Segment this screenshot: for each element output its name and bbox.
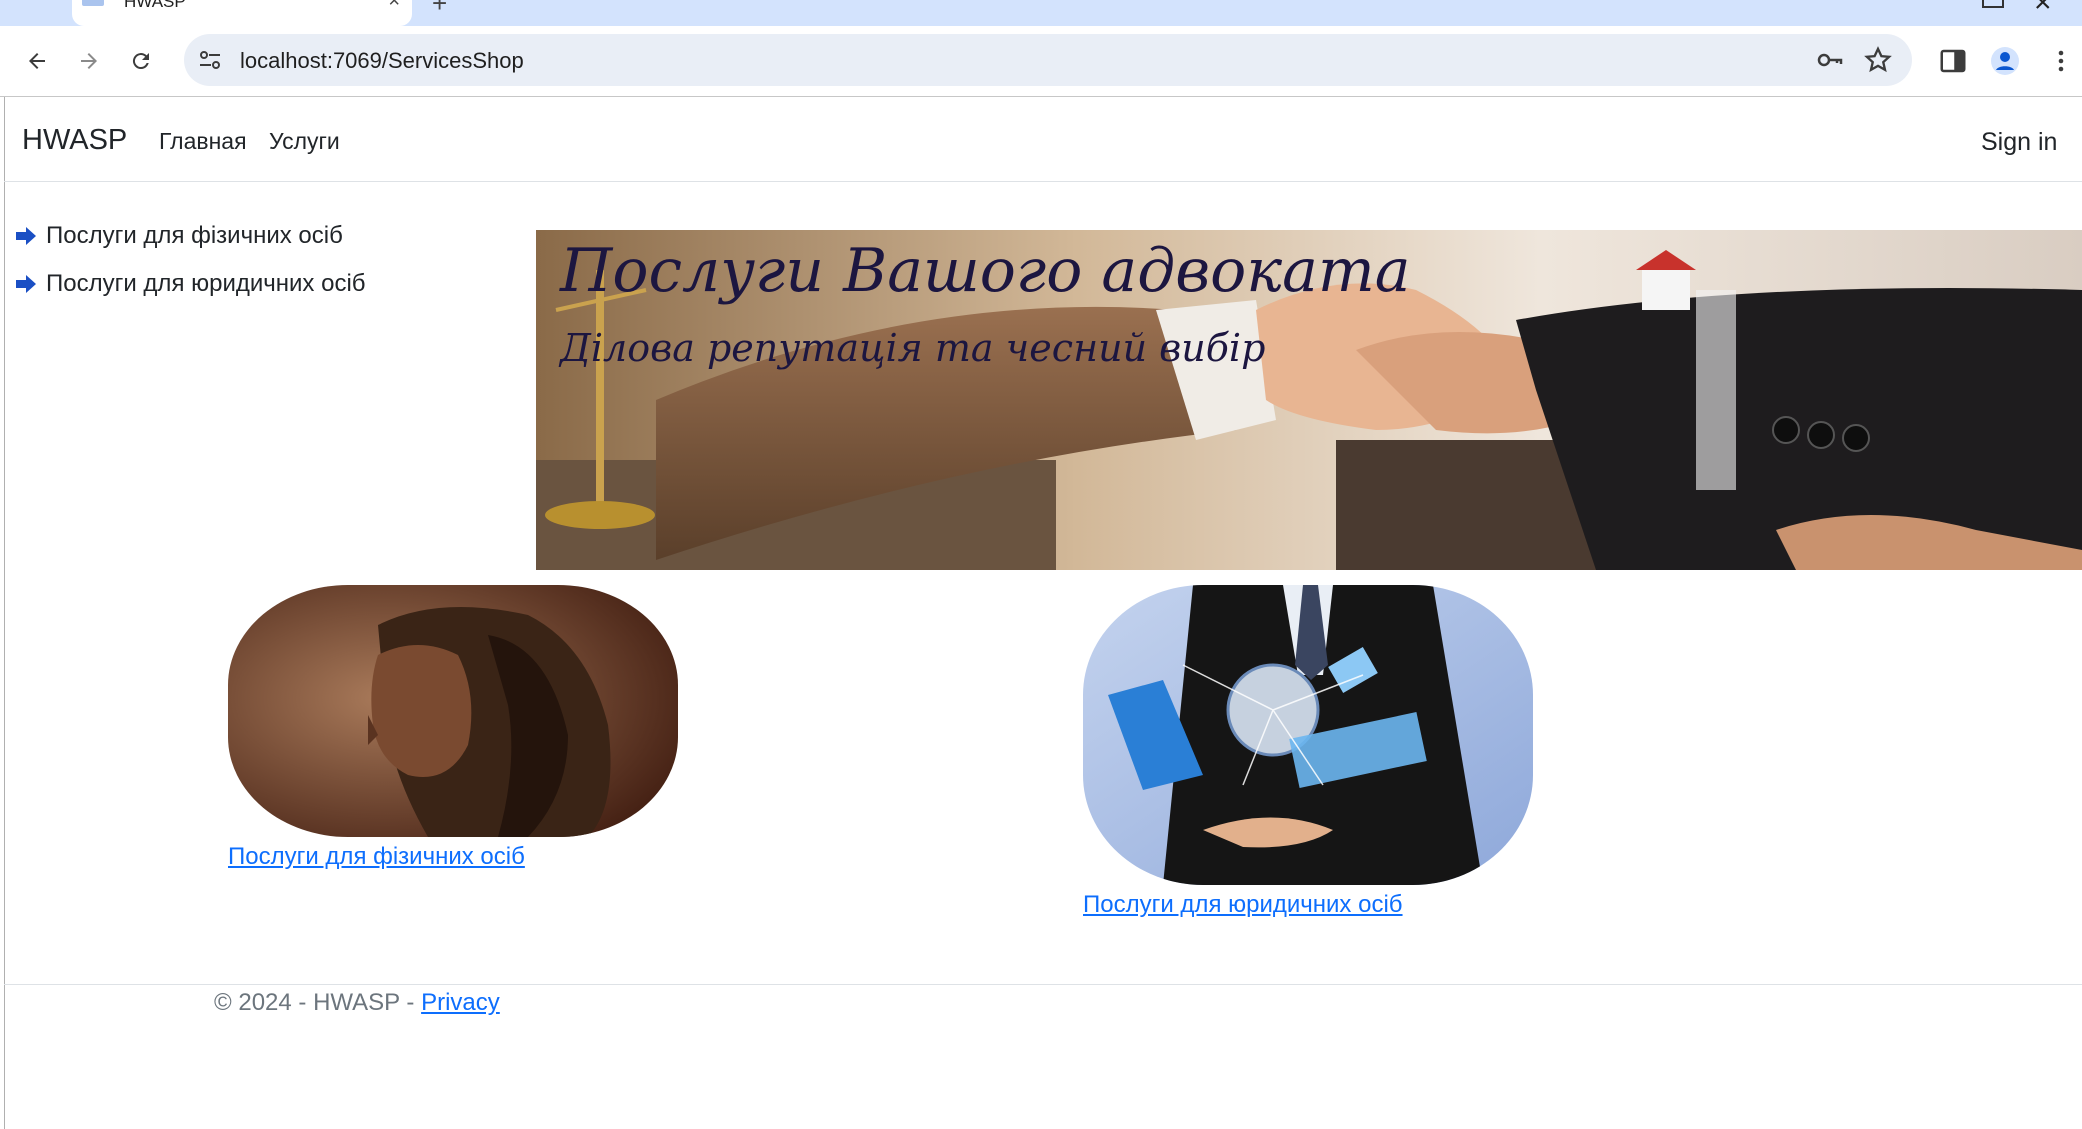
bookmark-star-icon[interactable] [1864, 46, 1892, 74]
reload-button[interactable] [120, 40, 162, 82]
individuals-services-link[interactable]: Послуги для фізичних осіб [228, 843, 525, 871]
forward-button[interactable] [68, 40, 110, 82]
new-tab-icon[interactable]: + [432, 0, 447, 19]
hero-banner: Послуги Вашого адвоката Ділова репутація… [536, 230, 2082, 570]
back-button[interactable] [16, 40, 58, 82]
footer-copyright: © 2024 - HWASP - [214, 989, 422, 1016]
window-close-icon[interactable]: × [2034, 0, 2052, 20]
browser-tab[interactable]: HWASP × [72, 0, 412, 26]
privacy-link[interactable]: Privacy [421, 989, 500, 1016]
address-bar[interactable]: localhost:7069/ServicesShop [184, 34, 1912, 86]
sidebar-item-legal-entities[interactable]: Послуги для юридичних осіб [14, 270, 366, 298]
sign-in-link[interactable]: Sign in [1981, 128, 2057, 157]
window-edge [0, 97, 5, 1129]
browser-tabstrip: HWASP × + × [0, 0, 2082, 26]
arrow-right-icon [16, 275, 36, 293]
individuals-service-image[interactable] [228, 585, 678, 837]
brand-link[interactable]: HWASP [22, 124, 127, 157]
sidebar-item-label: Послуги для юридичних осіб [46, 270, 366, 297]
password-key-icon[interactable] [1816, 46, 1844, 74]
legal-entities-services-link[interactable]: Послуги для юридичних осіб [1083, 891, 1403, 919]
sidebar-item-label: Послуги для фізичних осіб [46, 222, 343, 249]
banner-title: Послуги Вашого адвоката [560, 236, 1411, 306]
banner-subtitle: Ділова репутація та чесний вибір [560, 326, 1266, 370]
tab-favicon-icon [82, 0, 104, 6]
reload-icon [132, 53, 149, 70]
site-info-icon[interactable] [196, 46, 224, 74]
url-text[interactable]: localhost:7069/ServicesShop [240, 48, 524, 74]
back-arrow-icon [29, 53, 45, 69]
side-panel-icon[interactable] [1938, 46, 1968, 76]
tab-title: HWASP [124, 0, 186, 11]
nav-link-services[interactable]: Услуги [269, 128, 340, 155]
browser-menu-icon[interactable] [2046, 46, 2076, 76]
sidebar-item-individuals[interactable]: Послуги для фізичних осіб [14, 222, 343, 250]
nav-link-home[interactable]: Главная [159, 128, 247, 155]
legal-entities-service-image[interactable] [1083, 585, 1533, 885]
site-footer: © 2024 - HWASP - Privacy [4, 984, 2082, 1045]
site-navbar: HWASP Главная Услуги Sign in [4, 97, 2082, 182]
tab-close-icon[interactable]: × [388, 0, 400, 13]
forward-arrow-icon [81, 53, 97, 69]
window-minimize-icon[interactable] [1982, 0, 2004, 8]
browser-toolbar: localhost:7069/ServicesShop [0, 26, 2082, 97]
arrow-right-icon [16, 227, 36, 245]
profile-avatar-icon[interactable] [1990, 46, 2020, 76]
